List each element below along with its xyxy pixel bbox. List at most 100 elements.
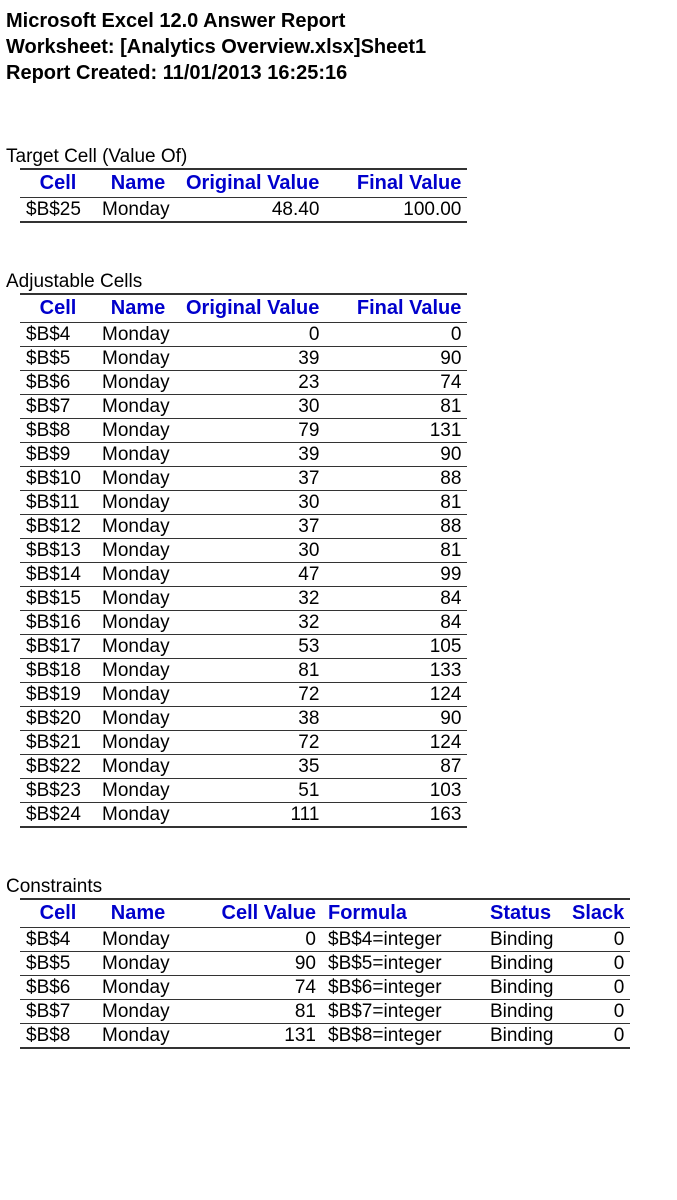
formula: $B$8=integer — [322, 1024, 484, 1049]
original-value: 35 — [180, 755, 325, 779]
col-header-cell: Cell — [20, 169, 96, 198]
cell-ref: $B$4 — [20, 323, 96, 347]
slack: 0 — [566, 1024, 630, 1049]
original-value: 39 — [180, 347, 325, 371]
original-value: 39 — [180, 443, 325, 467]
cell-ref: $B$11 — [20, 491, 96, 515]
cell-ref: $B$4 — [20, 928, 96, 952]
original-value: 48.40 — [180, 198, 325, 223]
final-value: 124 — [325, 731, 467, 755]
final-value: 90 — [325, 707, 467, 731]
col-header-orig: Original Value — [180, 294, 325, 323]
cell-name: Monday — [96, 347, 180, 371]
formula: $B$5=integer — [322, 952, 484, 976]
original-value: 32 — [180, 587, 325, 611]
formula: $B$4=integer — [322, 928, 484, 952]
status: Binding — [484, 1024, 566, 1049]
col-header-status: Status — [484, 899, 566, 928]
cell-ref: $B$21 — [20, 731, 96, 755]
cell-ref: $B$19 — [20, 683, 96, 707]
table-row: $B$7Monday81$B$7=integerBinding0 — [20, 1000, 630, 1024]
adjustable-section-title: Adjustable Cells — [6, 271, 671, 293]
cell-ref: $B$8 — [20, 419, 96, 443]
cell-name: Monday — [96, 635, 180, 659]
cell-value: 0 — [180, 928, 322, 952]
cell-name: Monday — [96, 611, 180, 635]
col-header-value: Cell Value — [180, 899, 322, 928]
cell-name: Monday — [96, 659, 180, 683]
final-value: 74 — [325, 371, 467, 395]
cell-ref: $B$7 — [20, 395, 96, 419]
cell-ref: $B$13 — [20, 539, 96, 563]
cell-name: Monday — [96, 467, 180, 491]
adjustable-table: Cell Name Original Value Final Value $B$… — [20, 293, 467, 828]
cell-name: Monday — [96, 323, 180, 347]
constraints-header-row: Cell Name Cell Value Formula Status Slac… — [20, 899, 630, 928]
final-value: 87 — [325, 755, 467, 779]
cell-name: Monday — [96, 779, 180, 803]
col-header-name: Name — [96, 899, 180, 928]
original-value: 47 — [180, 563, 325, 587]
cell-name: Monday — [96, 731, 180, 755]
col-header-slack: Slack — [566, 899, 630, 928]
table-row: $B$25Monday48.40100.00 — [20, 198, 467, 223]
cell-name: Monday — [96, 371, 180, 395]
cell-name: Monday — [96, 1024, 180, 1049]
original-value: 23 — [180, 371, 325, 395]
cell-ref: $B$15 — [20, 587, 96, 611]
final-value: 88 — [325, 467, 467, 491]
final-value: 88 — [325, 515, 467, 539]
final-value: 105 — [325, 635, 467, 659]
cell-name: Monday — [96, 587, 180, 611]
status: Binding — [484, 952, 566, 976]
cell-name: Monday — [96, 395, 180, 419]
table-row: $B$15Monday3284 — [20, 587, 467, 611]
cell-value: 74 — [180, 976, 322, 1000]
cell-name: Monday — [96, 443, 180, 467]
slack: 0 — [566, 952, 630, 976]
cell-name: Monday — [96, 803, 180, 828]
table-row: $B$9Monday3990 — [20, 443, 467, 467]
table-row: $B$14Monday4799 — [20, 563, 467, 587]
final-value: 81 — [325, 539, 467, 563]
cell-value: 90 — [180, 952, 322, 976]
cell-name: Monday — [96, 952, 180, 976]
cell-ref: $B$7 — [20, 1000, 96, 1024]
table-row: $B$4Monday00 — [20, 323, 467, 347]
cell-name: Monday — [96, 563, 180, 587]
col-header-cell: Cell — [20, 294, 96, 323]
table-row: $B$6Monday2374 — [20, 371, 467, 395]
cell-name: Monday — [96, 198, 180, 223]
col-header-final: Final Value — [325, 169, 467, 198]
final-value: 99 — [325, 563, 467, 587]
col-header-orig: Original Value — [180, 169, 325, 198]
final-value: 84 — [325, 587, 467, 611]
final-value: 90 — [325, 443, 467, 467]
table-row: $B$8Monday79131 — [20, 419, 467, 443]
final-value: 163 — [325, 803, 467, 828]
table-row: $B$21Monday72124 — [20, 731, 467, 755]
final-value: 84 — [325, 611, 467, 635]
target-section-title: Target Cell (Value Of) — [6, 146, 671, 168]
cell-name: Monday — [96, 928, 180, 952]
cell-ref: $B$5 — [20, 952, 96, 976]
table-row: $B$4Monday0$B$4=integerBinding0 — [20, 928, 630, 952]
constraints-section-title: Constraints — [6, 876, 671, 898]
table-row: $B$12Monday3788 — [20, 515, 467, 539]
original-value: 111 — [180, 803, 325, 828]
original-value: 79 — [180, 419, 325, 443]
cell-ref: $B$5 — [20, 347, 96, 371]
cell-name: Monday — [96, 539, 180, 563]
cell-name: Monday — [96, 515, 180, 539]
final-value: 81 — [325, 491, 467, 515]
final-value: 133 — [325, 659, 467, 683]
cell-name: Monday — [96, 419, 180, 443]
cell-ref: $B$14 — [20, 563, 96, 587]
col-header-final: Final Value — [325, 294, 467, 323]
status: Binding — [484, 976, 566, 1000]
table-row: $B$8Monday131$B$8=integerBinding0 — [20, 1024, 630, 1049]
final-value: 103 — [325, 779, 467, 803]
cell-ref: $B$6 — [20, 976, 96, 1000]
final-value: 81 — [325, 395, 467, 419]
table-row: $B$17Monday53105 — [20, 635, 467, 659]
